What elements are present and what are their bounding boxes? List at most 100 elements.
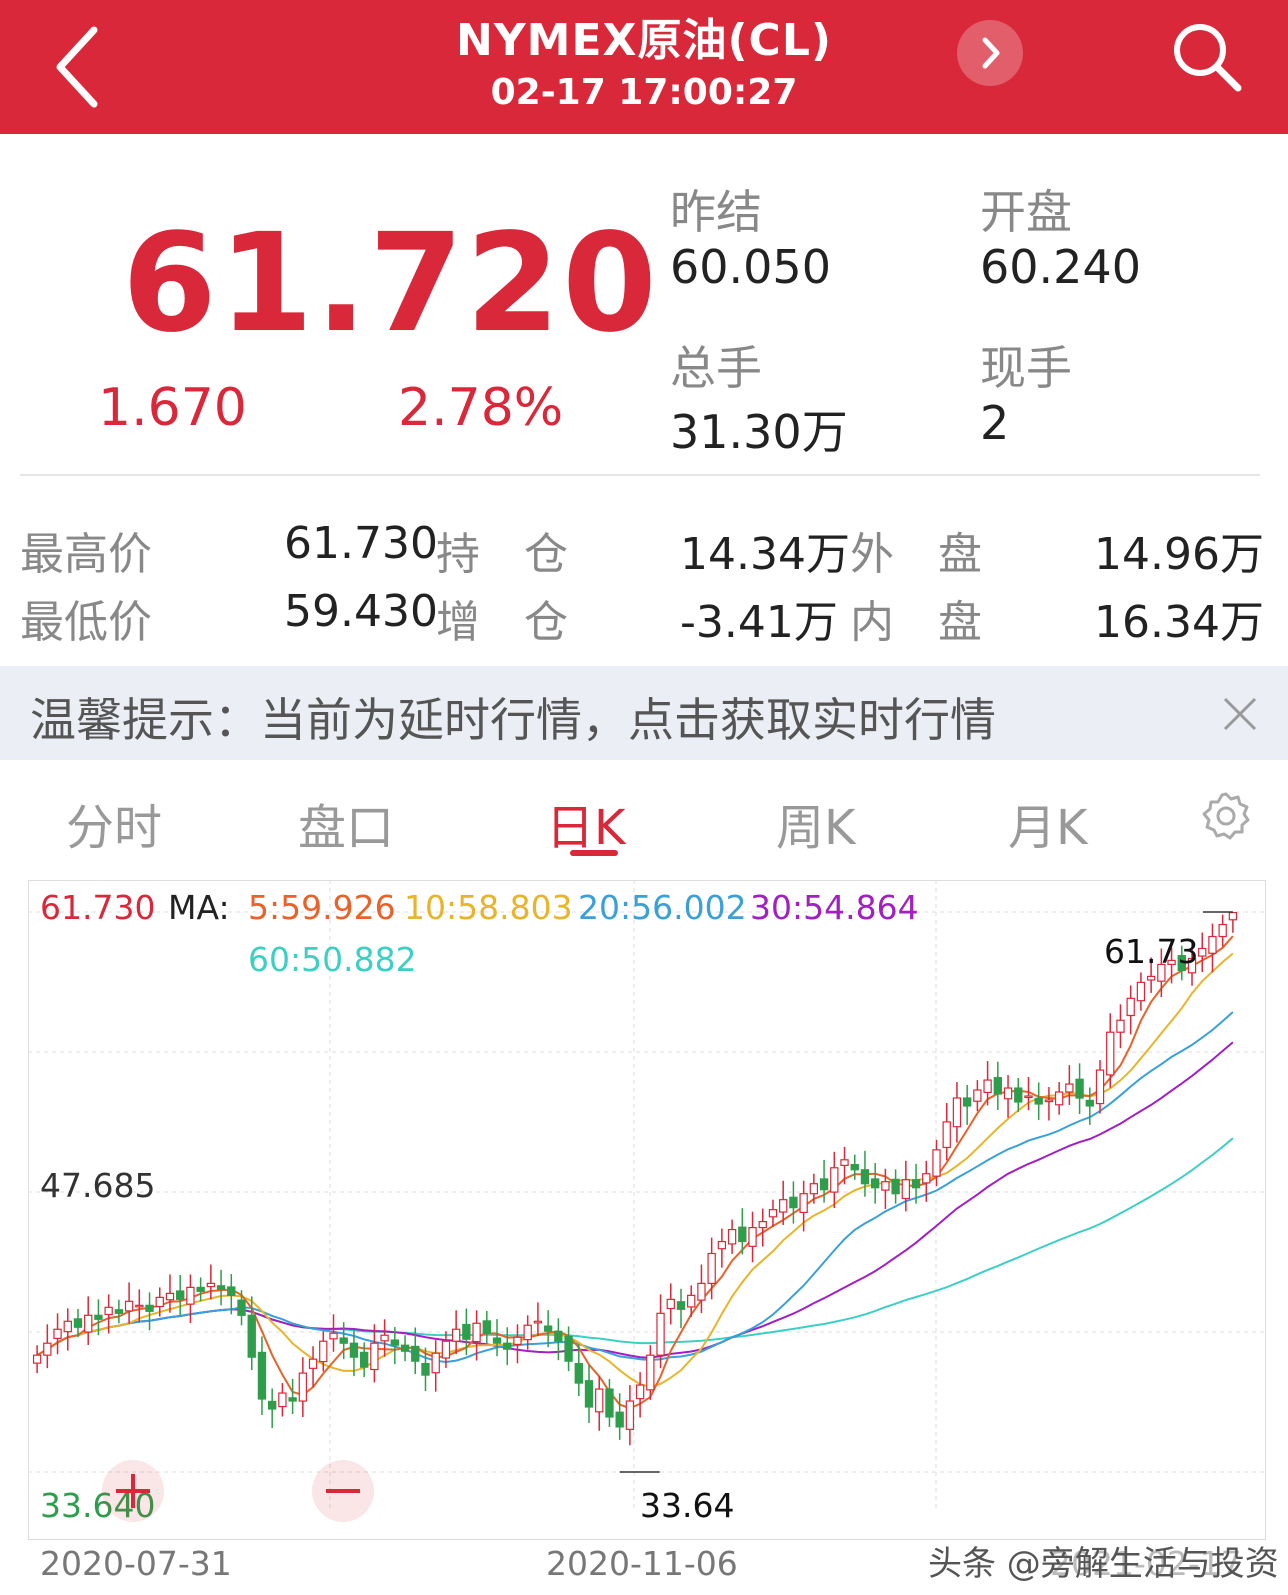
search-icon[interactable] [1168,18,1246,96]
oi-change-value: -3.41万 [680,597,838,648]
candle-body [196,1286,205,1292]
candle-body [503,1342,512,1350]
candle-body [380,1334,389,1342]
candle-body [840,1159,849,1166]
candle-body [881,1181,890,1191]
candle-body [1228,911,1238,921]
candle-body [390,1339,399,1346]
open-interest-value: 14.34万 [680,529,850,580]
ma60-line [36,1137,1234,1357]
gear-icon[interactable] [1200,790,1252,842]
candle-body [124,1300,134,1312]
candle-body [554,1330,563,1342]
chart-border [28,880,1266,1540]
candle-body [53,1328,62,1340]
candle-body [1136,981,1146,1002]
ma10-line [36,952,1234,1388]
plus-icon [116,1474,150,1508]
ma10-value: 10:58.803 [404,888,573,927]
zoom-in-button[interactable] [102,1460,164,1522]
candle-body [411,1345,420,1362]
candle-body [359,1351,369,1368]
tab-order-book[interactable]: 盘口 [298,788,394,858]
candle-body [308,1358,318,1369]
volume-label: 总手 [670,341,762,395]
candle-body [114,1309,124,1314]
candle-body [533,1320,543,1324]
volume-value: 31.30万 [670,405,848,459]
candle-body [932,1149,941,1177]
candle-body [63,1320,72,1333]
candle-body [104,1306,113,1316]
candle-body [1003,1087,1013,1100]
close-icon[interactable] [1222,696,1258,732]
candle-body [625,1400,635,1430]
candle-body [206,1282,216,1288]
notice-text: 温馨提示：当前为延时行情，点击获取实时行情 [30,693,996,747]
candle-body [635,1384,645,1400]
candle-body [227,1286,236,1296]
ma5-line [36,935,1234,1410]
candle-body [165,1292,175,1301]
candle-body [421,1362,430,1376]
candle-body [911,1179,921,1189]
candle-body [1014,1087,1023,1103]
candle-body [462,1323,471,1340]
candle-body [268,1400,277,1410]
candle-body [543,1325,553,1332]
ma-last-price: 61.730 [40,888,156,927]
prev-settle-label: 昨结 [670,185,762,239]
minus-icon [326,1489,360,1493]
candle-body [1218,923,1227,938]
candle-body [850,1163,859,1171]
outer-volume-value: 14.96万 [1094,529,1264,580]
candle-body [584,1380,594,1408]
candle-body [319,1340,328,1363]
candle-body [891,1178,900,1195]
candle-body [370,1342,379,1371]
candle-body [595,1388,604,1413]
low-label: 最低价 [20,597,152,648]
quote-timestamp: 02-17 17:00:27 [490,72,798,113]
candle-body [339,1337,348,1344]
open-value: 60.240 [980,240,1141,294]
divider [20,474,1260,476]
ma60-value: 60:50.882 [248,940,417,979]
open-label: 开盘 [980,185,1072,239]
delay-notice-banner[interactable]: 温馨提示：当前为延时行情，点击获取实时行情 [0,666,1288,760]
candle-body [237,1299,246,1316]
x-tick-start: 2020-07-31 [40,1544,232,1583]
y-tick-mid: 47.685 [40,1166,156,1205]
candle-body [922,1173,931,1184]
candle-body [1054,1091,1064,1106]
candle-body [155,1296,164,1308]
candle-body [278,1392,287,1408]
candle-body [1146,975,1156,981]
candle-body [901,1179,911,1200]
high-value: 61.730 [284,518,438,569]
candle-body [73,1318,83,1328]
tab-monthly-k[interactable]: 月K [1008,788,1087,858]
candle-body [441,1340,451,1359]
candle-body [758,1221,767,1229]
candle-body [809,1183,819,1195]
candle-body [288,1397,297,1402]
candle-body [349,1342,359,1358]
candle-body [472,1322,481,1343]
candle-body [1034,1097,1043,1105]
kline-chart[interactable] [28,880,1266,1540]
next-contract-button[interactable] [957,20,1023,86]
candle-body [257,1351,267,1400]
low-marker-label: 33.64 [640,1486,735,1525]
candle-body [871,1178,880,1189]
candle-body [738,1226,747,1243]
candle-body [748,1226,757,1247]
price-change-percent: 2.78% [398,378,564,438]
zoom-out-button[interactable] [312,1460,374,1522]
tab-intraday[interactable]: 分时 [66,788,162,858]
candle-body [400,1344,410,1352]
last-price: 61.720 [122,205,659,363]
candle-body [482,1320,491,1334]
tab-daily-k[interactable]: 日K [546,788,625,858]
tab-weekly-k[interactable]: 周K [776,788,855,858]
